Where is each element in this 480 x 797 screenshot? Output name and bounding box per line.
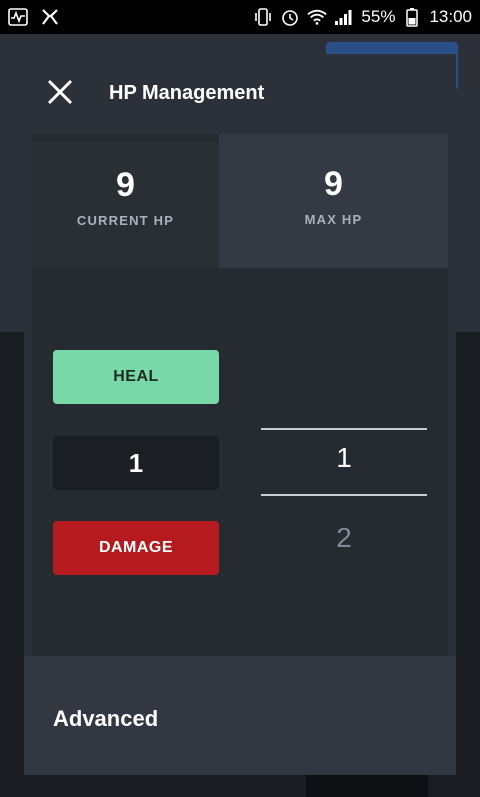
max-hp-box[interactable]: 9 MAX HP <box>219 134 448 268</box>
vibrate-icon <box>253 7 273 27</box>
modal-header: HP Management <box>24 54 456 134</box>
max-hp-label: MAX HP <box>304 212 363 227</box>
signal-icon <box>334 7 354 27</box>
picker-selected-value[interactable]: 1 <box>261 442 427 474</box>
heal-button[interactable]: HEAL <box>53 350 219 404</box>
battery-percent: 55% <box>361 7 396 26</box>
damage-button[interactable]: DAMAGE <box>53 521 219 575</box>
picker-divider-bottom <box>261 494 427 496</box>
clock: 13:00 <box>429 7 472 26</box>
battery-icon <box>402 7 422 27</box>
hp-management-modal: HP Management 9 CURRENT HP / 9 MAX HP HE… <box>24 54 456 775</box>
advanced-section[interactable]: Advanced <box>24 656 456 775</box>
status-bar: 55% 13:00 <box>0 0 480 34</box>
amount-field[interactable]: 1 <box>53 436 219 490</box>
advanced-title: Advanced <box>53 706 159 731</box>
picker-next-value[interactable]: 2 <box>261 522 427 554</box>
screen: 55% 13:00 HP Management 9 CURRENT HP 9 M… <box>0 0 480 797</box>
current-hp-box: 9 CURRENT HP <box>32 142 219 268</box>
hp-panel: 9 CURRENT HP / 9 MAX HP HEAL 1 DAMAGE 1 … <box>32 134 448 656</box>
app-icon <box>40 7 60 27</box>
activity-icon <box>8 7 28 27</box>
picker-divider-top <box>261 428 427 430</box>
current-hp-label: CURRENT HP <box>76 213 175 228</box>
alarm-icon <box>280 7 300 27</box>
max-hp-value: 9 <box>324 165 343 203</box>
close-icon <box>47 79 73 110</box>
modal-title: HP Management <box>109 82 265 104</box>
amount-picker[interactable]: 1 2 <box>261 426 427 576</box>
wifi-icon <box>307 7 328 27</box>
current-hp-value: 9 <box>116 166 135 204</box>
close-button[interactable] <box>44 78 76 110</box>
